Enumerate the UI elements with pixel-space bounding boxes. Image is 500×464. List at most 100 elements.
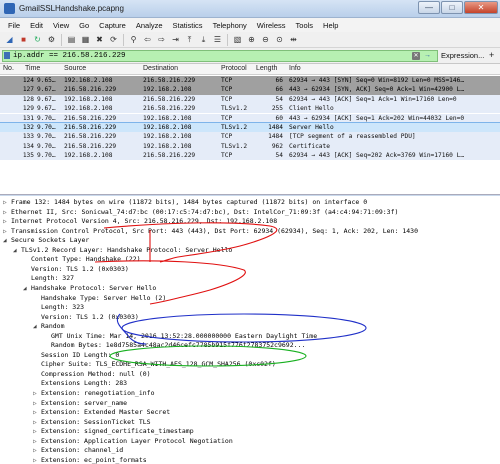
packet-cell-src: 216.58.216.229 bbox=[64, 124, 117, 131]
packet-cell-proto: TLSv1.2 bbox=[221, 124, 248, 131]
detail-tree-text: Extension: renegotiation_info bbox=[41, 389, 155, 397]
detail-tree-text: Version: TLS 1.2 (0x0303) bbox=[31, 264, 129, 273]
zoom-normal-icon[interactable]: ⊙ bbox=[274, 34, 285, 45]
file-icon[interactable]: ▦ bbox=[80, 34, 91, 45]
minimize-button[interactable]: — bbox=[418, 1, 440, 14]
packet-list: No. Time Source Destination Protocol Len… bbox=[0, 64, 500, 195]
packet-row[interactable]: 124 9.65… 192.168.2.108 216.58.216.229 TCP 66… bbox=[0, 76, 500, 86]
display-filter-bar: ip.addr == 216.58.216.229 ✕ → Expression… bbox=[0, 48, 500, 64]
packet-cell-info: 62934 → 443 [SYN] Seq=0 Win=8192 Len=0 M… bbox=[289, 77, 465, 84]
packet-cell-dst: 216.58.216.229 bbox=[143, 95, 196, 103]
packet-cell-dst: 216.58.216.229 bbox=[143, 105, 196, 113]
restart-icon[interactable]: ↻ bbox=[32, 34, 43, 45]
detail-tree-text: Version: TLS 1.2 (0x0303) bbox=[41, 312, 139, 321]
detail-tree-text: Handshake Protocol: Server Hello bbox=[31, 283, 157, 292]
forward-arrow-icon[interactable]: ⇨ bbox=[156, 34, 167, 45]
packet-cell-proto: TCP bbox=[221, 77, 233, 84]
back-arrow-icon[interactable]: ⇦ bbox=[142, 34, 153, 45]
menu-item-help[interactable]: Help bbox=[318, 21, 343, 30]
menu-item-analyze[interactable]: Analyze bbox=[131, 21, 168, 30]
packet-row[interactable]: 128 9.67… 192.168.2.108 216.58.216.229 TCP 54… bbox=[0, 94, 500, 105]
packet-cell-src: 216.58.216.229 bbox=[64, 133, 117, 141]
close-file-icon[interactable]: ✖ bbox=[94, 34, 105, 45]
apply-filter-icon[interactable]: → bbox=[424, 52, 432, 60]
search-icon[interactable]: ⚲ bbox=[128, 34, 139, 45]
autoscroll-icon[interactable]: ☰ bbox=[212, 34, 223, 45]
packet-cell-info: 443 → 62934 [ACK] Seq=1 Ack=202 Win=4403… bbox=[289, 114, 465, 122]
packet-cell-src: 192.168.2.108 bbox=[64, 105, 113, 113]
gear-icon[interactable]: ⚙ bbox=[46, 34, 57, 45]
detail-tree-text: Length: 327 bbox=[31, 274, 75, 283]
detail-tree-text: Cipher Suite: TLS_ECDHE_RSA_WITH_AES_128… bbox=[41, 360, 276, 369]
packet-cell-info: Server Hello bbox=[289, 124, 334, 131]
menu-item-capture[interactable]: Capture bbox=[94, 21, 131, 30]
packet-cell-len: 66 bbox=[275, 86, 283, 94]
stop-icon[interactable]: ■ bbox=[18, 34, 29, 45]
toolbar-separator bbox=[123, 33, 124, 46]
packet-cell-info: 443 → 62934 [SYN, ACK] Seq=0 Ack=1 Win=4… bbox=[289, 86, 465, 94]
packet-row[interactable]: 131 9.70… 216.58.216.229 192.168.2.108 TCP 60… bbox=[0, 113, 500, 123]
go-to-packet-icon[interactable]: ⇥ bbox=[170, 34, 181, 45]
menu-item-tools[interactable]: Tools bbox=[291, 21, 319, 30]
packet-cell-info: 62934 → 443 [ACK] Seq=1 Ack=1 Win=17160 … bbox=[289, 95, 457, 103]
shark-fin-icon[interactable]: ◢ bbox=[4, 34, 15, 45]
column-header-time[interactable]: Time bbox=[25, 65, 40, 72]
packet-cell-len: 1484 bbox=[268, 133, 283, 141]
resize-columns-icon[interactable]: ⇹ bbox=[288, 34, 299, 45]
zoom-in-icon[interactable]: ⊕ bbox=[246, 34, 257, 45]
menu-item-telephony[interactable]: Telephony bbox=[208, 21, 252, 30]
menu-item-wireless[interactable]: Wireless bbox=[252, 21, 291, 30]
packet-cell-no: 131 bbox=[22, 114, 34, 122]
detail-tree-item[interactable]: ▷ Extension: ec_point_formats bbox=[0, 455, 500, 464]
detail-tree-text: TLSv1.2 Record Layer: Handshake Protocol… bbox=[21, 245, 233, 254]
collapsed-arrow-icon[interactable]: ▷ bbox=[33, 456, 41, 464]
menu-item-edit[interactable]: Edit bbox=[25, 21, 48, 30]
packet-cell-src: 192.168.2.108 bbox=[64, 95, 113, 103]
packet-row[interactable]: 127 9.67… 216.58.216.229 192.168.2.108 TCP 66… bbox=[0, 85, 500, 95]
detail-tree-text: Extension: server_name bbox=[41, 398, 128, 407]
reload-icon[interactable]: ⟳ bbox=[108, 34, 119, 45]
column-header-length[interactable]: Length bbox=[256, 65, 277, 72]
column-header-info[interactable]: Info bbox=[289, 65, 301, 72]
packet-cell-len: 66 bbox=[275, 77, 283, 84]
menu-item-go[interactable]: Go bbox=[74, 21, 94, 30]
column-header-source[interactable]: Source bbox=[64, 65, 86, 72]
first-packet-icon[interactable]: ⤒ bbox=[184, 34, 195, 45]
packet-cell-time: 9.70… bbox=[37, 133, 56, 141]
packet-row[interactable]: 135 9.70… 192.168.2.108 216.58.216.229 TCP 54… bbox=[0, 151, 500, 161]
packet-row[interactable]: 133 9.70… 216.58.216.229 192.168.2.108 TCP 14… bbox=[0, 132, 500, 142]
zoom-out-icon[interactable]: ⊖ bbox=[260, 34, 271, 45]
clear-filter-icon[interactable]: ✕ bbox=[412, 52, 420, 60]
maximize-button[interactable]: □ bbox=[441, 1, 463, 14]
packet-cell-src: 192.168.2.108 bbox=[64, 152, 113, 160]
menu-item-view[interactable]: View bbox=[48, 21, 74, 30]
packet-cell-time: 9.67… bbox=[37, 95, 56, 103]
packet-cell-proto: TLSv1.2 bbox=[221, 105, 248, 113]
packet-cell-time: 9.67… bbox=[37, 86, 56, 94]
packet-row[interactable]: 129 9.67… 192.168.2.108 216.58.216.229 TLSv1… bbox=[0, 104, 500, 114]
last-packet-icon[interactable]: ⤓ bbox=[198, 34, 209, 45]
packet-cell-proto: TCP bbox=[221, 114, 233, 122]
detail-tree-text: Frame 132: 1484 bytes on wire (11872 bit… bbox=[11, 198, 368, 206]
colorize-icon[interactable]: ▧ bbox=[232, 34, 243, 45]
menu-item-statistics[interactable]: Statistics bbox=[168, 21, 208, 30]
menu-item-file[interactable]: File bbox=[3, 21, 25, 30]
column-header-protocol[interactable]: Protocol bbox=[221, 65, 247, 72]
display-filter-input[interactable]: ip.addr == 216.58.216.229 bbox=[2, 50, 438, 62]
add-filter-button[interactable]: + bbox=[489, 50, 494, 60]
detail-tree-text: Extension: Application Layer Protocol Ne… bbox=[41, 436, 233, 445]
column-header-destination[interactable]: Destination bbox=[143, 65, 178, 72]
bookmark-icon[interactable] bbox=[4, 52, 10, 59]
packet-cell-dst: 192.168.2.108 bbox=[143, 114, 192, 122]
packet-cell-src: 216.58.216.229 bbox=[64, 142, 117, 150]
detail-tree-text: Extensions Length: 283 bbox=[41, 379, 128, 388]
column-header-no[interactable]: No. bbox=[3, 65, 14, 72]
packet-cell-proto: TLSv1.2 bbox=[221, 142, 248, 150]
expression-button[interactable]: Expression... bbox=[441, 51, 484, 60]
detail-tree-text: Transmission Control Protocol, Src Port:… bbox=[11, 226, 418, 235]
detail-tree-text: Length: 323 bbox=[41, 303, 85, 312]
close-button[interactable]: ✕ bbox=[464, 1, 498, 14]
open-file-icon[interactable]: ▤ bbox=[66, 34, 77, 45]
packet-row[interactable]: 134 9.70… 216.58.216.229 192.168.2.108 TLSv1… bbox=[0, 141, 500, 152]
packet-row[interactable]: 132 9.70… 216.58.216.229 192.168.2.108 TLSv1… bbox=[0, 121, 500, 134]
